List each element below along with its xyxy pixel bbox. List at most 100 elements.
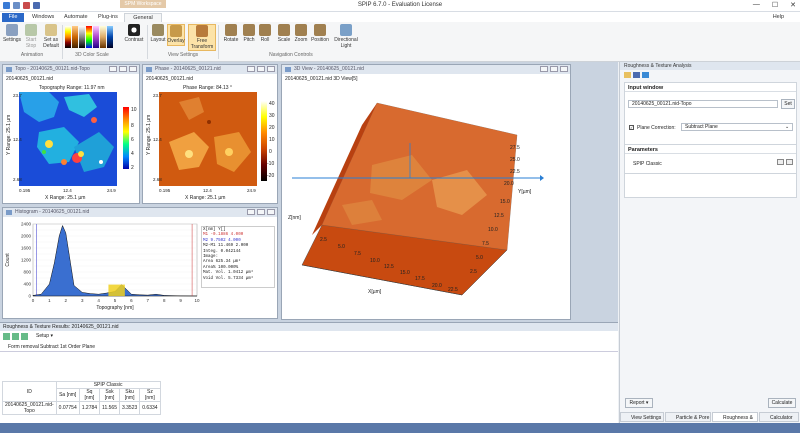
x-tick: 5.0 — [338, 244, 345, 250]
topo-image[interactable] — [19, 92, 117, 186]
y-tick: 22.5 — [510, 169, 520, 175]
y-tick: 2.68 — [153, 177, 162, 182]
pitch-button[interactable]: Pitch — [241, 24, 257, 44]
minimize-button[interactable]: — — [753, 1, 760, 9]
tab-roughness[interactable]: Roughness & Te... — [712, 412, 758, 431]
close-icon[interactable] — [267, 66, 275, 72]
swatch-6[interactable] — [100, 26, 106, 48]
min-icon[interactable] — [247, 66, 255, 72]
input-window-field[interactable]: 20140625_00121.nid-Topo — [628, 100, 778, 108]
x-tick-label: 8 — [163, 298, 166, 303]
roll-button[interactable]: Roll — [258, 24, 272, 44]
maximize-button[interactable]: ☐ — [772, 1, 778, 9]
tab-windows[interactable]: Windows — [28, 13, 58, 22]
tab-automate[interactable]: Automate — [60, 13, 92, 22]
max-icon[interactable] — [119, 66, 127, 72]
separator — [147, 25, 148, 59]
phase-window-titlebar[interactable]: Phase - 20140625_00121.nid — [143, 65, 277, 74]
stats-row: Void Vol. 5.7334 µm³ — [203, 276, 254, 281]
start-stop-button[interactable]: Start Stop — [24, 24, 38, 49]
separator — [218, 25, 219, 59]
min-icon[interactable] — [109, 66, 117, 72]
rotate-icon — [225, 24, 237, 36]
help-icon[interactable] — [642, 72, 649, 78]
save-icon[interactable] — [633, 72, 640, 78]
tab-file[interactable]: File — [2, 13, 24, 22]
table-icon[interactable] — [12, 333, 19, 340]
tab-plugins[interactable]: Plug-ins — [94, 13, 122, 22]
layout-button[interactable]: Layout — [150, 24, 166, 44]
set-button[interactable]: Set — [781, 99, 795, 109]
3d-view-window[interactable]: 3D View - 20140625_00121.nid 20140625_00… — [281, 64, 571, 320]
x-axis-label: X Range: 25.1 µm — [45, 195, 86, 201]
free-transform-button[interactable]: Free Transform — [188, 24, 216, 51]
y-tick: 15.0 — [500, 199, 510, 205]
x-tick: 0.195 — [19, 188, 31, 193]
3d-view-window-titlebar[interactable]: 3D View - 20140625_00121.nid — [282, 65, 570, 74]
close-button[interactable]: ✕ — [790, 1, 796, 9]
setup-menu[interactable]: Setup ▾ — [36, 333, 53, 340]
max-icon[interactable] — [550, 66, 558, 72]
y-tick-label: 2400 — [21, 222, 32, 227]
color-scale-swatches[interactable] — [65, 26, 113, 48]
topo-window[interactable]: Topo - 20140625_00121.nid-Topo 20140625_… — [2, 64, 140, 204]
table-row[interactable]: 20140625_00121.nid-Topo 0.07754 1.2784 1… — [2, 401, 161, 415]
zoom-button[interactable]: Zoom — [294, 24, 308, 44]
phase-window[interactable]: Phase - 20140625_00121.nid 20140625_0012… — [142, 64, 278, 204]
close-icon[interactable] — [267, 209, 275, 215]
swatch-5[interactable] — [93, 26, 99, 48]
tab-general[interactable]: General — [124, 13, 162, 22]
y-tick: 2.5 — [470, 269, 477, 275]
rotate-button[interactable]: Rotate — [222, 24, 240, 44]
cb-label: 0 — [269, 149, 272, 155]
swatch-4[interactable] — [86, 26, 92, 48]
3d-surface-view[interactable] — [282, 85, 570, 319]
export-icon[interactable] — [3, 333, 10, 340]
phase-colorbar — [261, 101, 267, 181]
report-button[interactable]: Report ▾ — [625, 398, 653, 408]
close-icon[interactable] — [560, 66, 568, 72]
scale-button[interactable]: Scale — [276, 24, 292, 44]
max-icon[interactable] — [257, 209, 265, 215]
swatch-3[interactable] — [79, 26, 85, 48]
position-button[interactable]: Position — [310, 24, 330, 44]
pitch-icon — [243, 24, 255, 36]
swatch-2[interactable] — [72, 26, 78, 48]
x-tick-label: 0 — [32, 298, 35, 303]
edit-icon[interactable] — [786, 159, 793, 165]
x-tick-label: 9 — [179, 298, 182, 303]
histogram-window-titlebar[interactable]: Histogram - 20140625_00121.nid — [3, 208, 277, 217]
histogram-window[interactable]: Histogram - 20140625_00121.nid 0 400 800 12… — [2, 207, 278, 319]
plane-correction-checkbox[interactable]: ✓ — [629, 125, 634, 130]
folder-icon[interactable] — [624, 72, 631, 78]
chart-icon[interactable] — [21, 333, 28, 340]
swatch-1[interactable] — [65, 26, 71, 48]
y-tick: 23.7 — [13, 93, 22, 98]
min-icon[interactable] — [247, 209, 255, 215]
window-icon — [146, 67, 152, 72]
swatch-7[interactable] — [107, 26, 113, 48]
tab-particle-pore[interactable]: Particle & Pore ... — [665, 412, 711, 431]
tab-view-settings[interactable]: View Settings -... — [620, 412, 664, 431]
topo-window-titlebar[interactable]: Topo - 20140625_00121.nid-Topo — [3, 65, 139, 74]
tab-calculator[interactable]: Calculator — [759, 412, 799, 422]
overlay-button[interactable]: Overlay — [167, 24, 185, 46]
plane-correction-select[interactable]: Subtract Plane — [681, 123, 793, 131]
settings-button[interactable]: Settings — [3, 24, 21, 44]
close-icon[interactable] — [129, 66, 137, 72]
group-animation: Animation — [20, 52, 44, 58]
copy-icon[interactable] — [777, 159, 784, 165]
col-header: Sa [nm] — [55, 388, 80, 402]
y-tick: 12.4 — [153, 137, 162, 142]
set-default-button[interactable]: Set as Default — [42, 24, 60, 49]
max-icon[interactable] — [257, 66, 265, 72]
directional-light-button[interactable]: Directional Light — [332, 24, 360, 49]
min-icon[interactable] — [540, 66, 548, 72]
results-toolbar: Setup ▾ — [3, 333, 53, 340]
contrast-button[interactable]: Contrast — [124, 24, 144, 44]
phase-image[interactable] — [159, 92, 257, 186]
help-menu[interactable]: Help — [769, 13, 788, 22]
parameters-item[interactable]: SPIP Classic — [633, 161, 662, 167]
group-header: SPIP Classic — [55, 381, 161, 389]
calculate-button[interactable]: Calculate — [768, 398, 796, 408]
